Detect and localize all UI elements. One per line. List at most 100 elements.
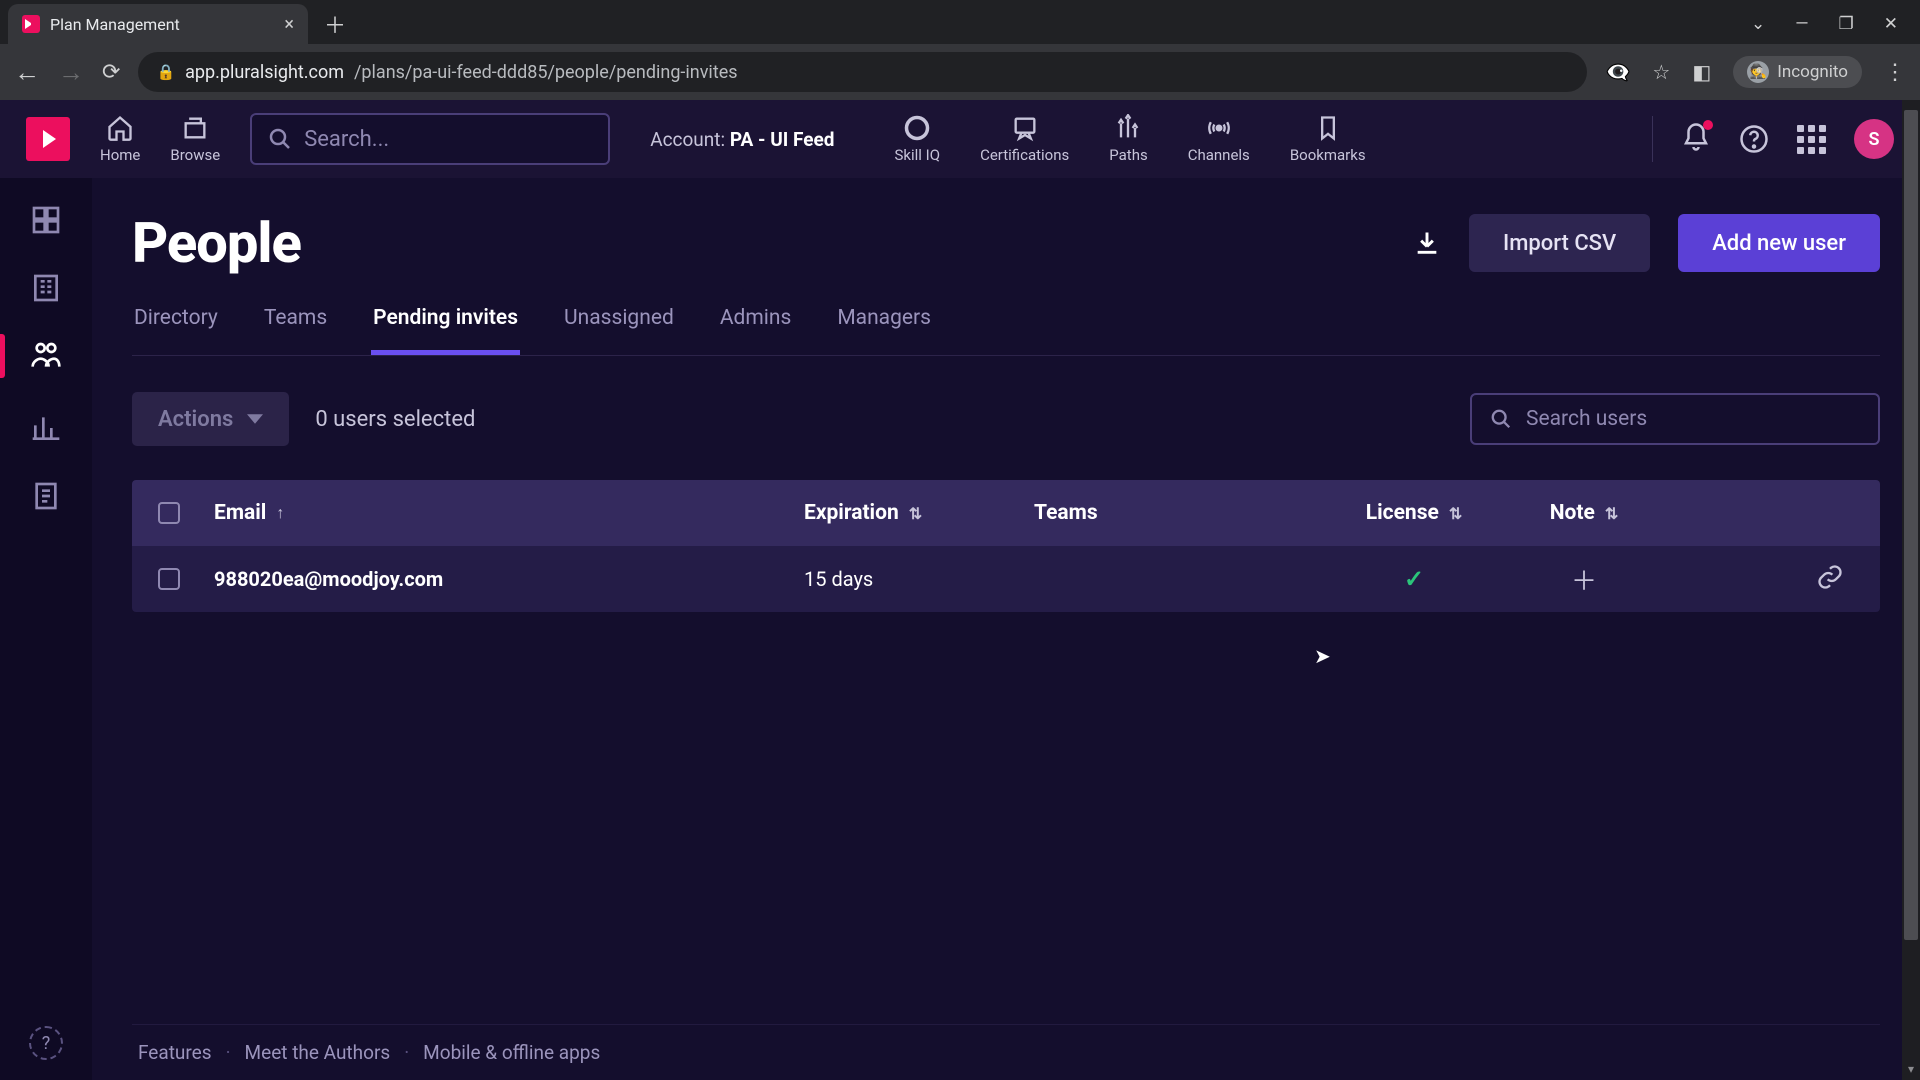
account-indicator[interactable]: Account: PA - UI Feed	[650, 128, 834, 151]
sort-icon: ⇅	[1449, 504, 1462, 523]
tab-managers[interactable]: Managers	[835, 306, 933, 355]
table-header-row: Email ↑ Expiration ⇅ Teams License ⇅	[132, 480, 1880, 546]
scrollbar-thumb[interactable]	[1904, 110, 1918, 940]
forward-button[interactable]: →	[58, 57, 84, 88]
window-minimize-icon[interactable]: ―	[1795, 14, 1808, 34]
sidebar-log-icon[interactable]	[30, 480, 62, 512]
left-sidebar: ?	[0, 178, 92, 1080]
vertical-scrollbar[interactable]: ▾	[1902, 100, 1920, 1080]
incognito-badge[interactable]: 🕵 Incognito	[1733, 56, 1862, 88]
nav-certifications[interactable]: Certifications	[980, 114, 1069, 164]
nav-channels[interactable]: Channels	[1188, 114, 1250, 164]
app-root: Home Browse Search... Account: PA - UI F…	[0, 100, 1920, 1080]
nav-skilliq-label: Skill IQ	[894, 146, 940, 164]
tab-teams[interactable]: Teams	[262, 306, 329, 355]
row-checkbox[interactable]	[158, 568, 180, 590]
avatar[interactable]: S	[1854, 119, 1894, 159]
tab-label: Unassigned	[564, 306, 674, 330]
tab-admins[interactable]: Admins	[718, 306, 794, 355]
user-search[interactable]	[1470, 393, 1880, 445]
th-email[interactable]: Email ↑	[214, 501, 804, 525]
new-tab-button[interactable]: ＋	[318, 7, 352, 41]
sidebar-dashboard-icon[interactable]	[30, 204, 62, 236]
sidebar-people[interactable]	[30, 340, 62, 376]
notifications-button[interactable]	[1681, 122, 1711, 156]
eye-off-icon[interactable]: 👁‍🗨	[1605, 60, 1630, 84]
sidebar-analytics-icon[interactable]	[30, 412, 62, 444]
brand-logo-icon[interactable]	[26, 117, 70, 161]
browser-tab[interactable]: Plan Management ×	[8, 4, 308, 44]
user-search-input[interactable]	[1526, 407, 1860, 431]
reload-button[interactable]: ⟳	[102, 60, 120, 85]
row-expiration: 15 days	[804, 567, 873, 591]
url-path: /plans/pa-ui-feed-ddd85/people/pending-i…	[354, 62, 738, 83]
select-all-checkbox[interactable]	[158, 502, 180, 524]
favicon-icon	[22, 15, 40, 33]
nav-bookmarks-label: Bookmarks	[1290, 146, 1366, 164]
skilliq-icon	[903, 114, 931, 142]
people-tabs: Directory Teams Pending invites Unassign…	[132, 306, 1880, 356]
add-note-icon[interactable]: ＋	[1571, 561, 1597, 598]
sort-icon: ⇅	[1605, 504, 1618, 523]
footer-link-features[interactable]: Features	[138, 1041, 212, 1064]
back-button[interactable]: ←	[14, 57, 40, 88]
certificate-icon	[1011, 114, 1039, 142]
nav-bookmarks[interactable]: Bookmarks	[1290, 114, 1366, 164]
add-user-button[interactable]: Add new user	[1678, 214, 1880, 272]
nav-skilliq[interactable]: Skill IQ	[894, 114, 940, 164]
nav-home[interactable]: Home	[100, 114, 140, 164]
footer-link-mobile[interactable]: Mobile & offline apps	[423, 1041, 600, 1064]
sort-asc-icon: ↑	[276, 503, 284, 523]
global-search[interactable]: Search...	[250, 113, 610, 165]
browser-tab-strip: Plan Management × ＋ ⌄ ― ❐ ✕	[0, 0, 1920, 44]
th-expiration[interactable]: Expiration ⇅	[804, 501, 1034, 525]
header-right: S	[1652, 116, 1894, 162]
actions-label: Actions	[158, 407, 233, 432]
tab-directory[interactable]: Directory	[132, 306, 220, 355]
download-icon[interactable]	[1413, 229, 1441, 257]
address-bar[interactable]: 🔒 app.pluralsight.com/plans/pa-ui-feed-d…	[138, 52, 1587, 92]
mid-nav: Skill IQ Certifications Paths Channels B…	[894, 114, 1365, 164]
url-host: app.pluralsight.com	[185, 62, 344, 83]
window-maximize-icon[interactable]: ❐	[1839, 14, 1854, 34]
sidebar-help-button[interactable]: ?	[29, 1026, 63, 1060]
sort-icon: ⇅	[909, 504, 922, 523]
nav-home-label: Home	[100, 146, 140, 164]
side-panel-icon[interactable]: ◧	[1692, 60, 1711, 84]
notification-dot-icon	[1703, 120, 1713, 130]
apps-grid-icon[interactable]	[1797, 125, 1826, 154]
help-icon[interactable]	[1739, 124, 1769, 154]
scroll-down-icon[interactable]: ▾	[1902, 1062, 1920, 1080]
incognito-icon: 🕵	[1747, 61, 1769, 83]
copy-link-button[interactable]	[1816, 563, 1844, 596]
add-user-label: Add new user	[1712, 231, 1846, 256]
paths-icon	[1114, 114, 1142, 142]
tab-pending-invites[interactable]: Pending invites	[371, 306, 520, 355]
mouse-cursor-icon: ➤	[1314, 644, 1331, 668]
chrome-menu-icon[interactable]: ⋮	[1884, 60, 1906, 85]
actions-dropdown[interactable]: Actions	[132, 392, 289, 446]
page-header: People Import CSV Add new user	[132, 210, 1880, 276]
browse-icon	[181, 114, 209, 142]
th-license[interactable]: License ⇅	[1324, 501, 1504, 525]
tab-label: Directory	[134, 306, 218, 330]
tab-label: Teams	[264, 306, 327, 330]
nav-paths[interactable]: Paths	[1109, 114, 1147, 164]
window-close-icon[interactable]: ✕	[1884, 14, 1898, 34]
sidebar-org-icon[interactable]	[30, 272, 62, 304]
import-csv-button[interactable]: Import CSV	[1469, 214, 1650, 272]
th-teams[interactable]: Teams	[1034, 501, 1324, 525]
tab-unassigned[interactable]: Unassigned	[562, 306, 676, 355]
th-lic-label: License	[1366, 501, 1439, 525]
import-csv-label: Import CSV	[1503, 231, 1616, 256]
tab-search-icon[interactable]: ⌄	[1751, 14, 1765, 34]
th-note[interactable]: Note ⇅	[1504, 501, 1664, 525]
bookmark-star-icon[interactable]: ☆	[1652, 60, 1670, 84]
people-icon	[30, 340, 62, 372]
tab-close-icon[interactable]: ×	[284, 14, 294, 35]
account-label: Account:	[650, 128, 725, 151]
caret-down-icon	[247, 411, 263, 427]
table-row[interactable]: 988020ea@moodjoy.com 15 days ✓ ＋	[132, 546, 1880, 612]
footer-link-authors[interactable]: Meet the Authors	[245, 1041, 391, 1064]
nav-browse[interactable]: Browse	[170, 114, 220, 164]
